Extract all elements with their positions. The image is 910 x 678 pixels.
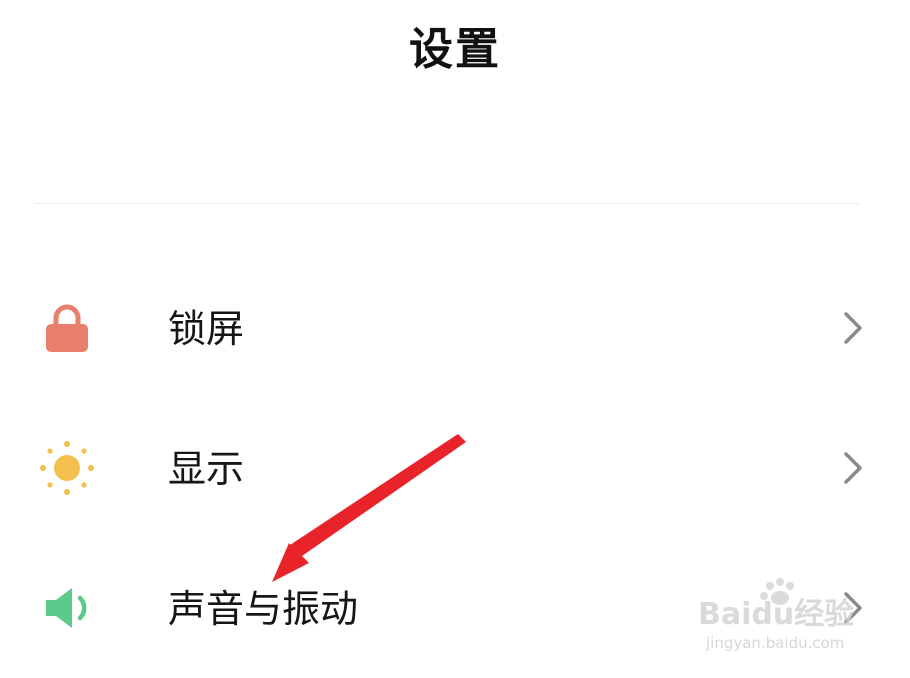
chevron-right-icon (840, 590, 866, 626)
sun-icon (40, 440, 94, 496)
settings-list: 锁屏 显示 声音与振动 (0, 258, 910, 678)
speaker-icon (40, 580, 94, 636)
chevron-right-icon (840, 310, 866, 346)
lock-icon (40, 300, 94, 356)
settings-item-label: 锁屏 (168, 307, 245, 351)
settings-item-lock-screen[interactable]: 锁屏 (0, 258, 910, 398)
divider (34, 203, 860, 204)
settings-item-display[interactable]: 显示 (0, 398, 910, 538)
settings-page: 设置 锁屏 显示 声音与振动 Baidu经验 jingyan.baidu.com (0, 0, 910, 670)
page-title: 设置 (409, 24, 501, 75)
settings-item-label: 声音与振动 (168, 587, 359, 631)
header: 设置 (0, 0, 910, 100)
chevron-right-icon (840, 450, 866, 486)
settings-item-label: 显示 (168, 447, 245, 491)
settings-item-sound-vibration[interactable]: 声音与振动 (0, 538, 910, 678)
